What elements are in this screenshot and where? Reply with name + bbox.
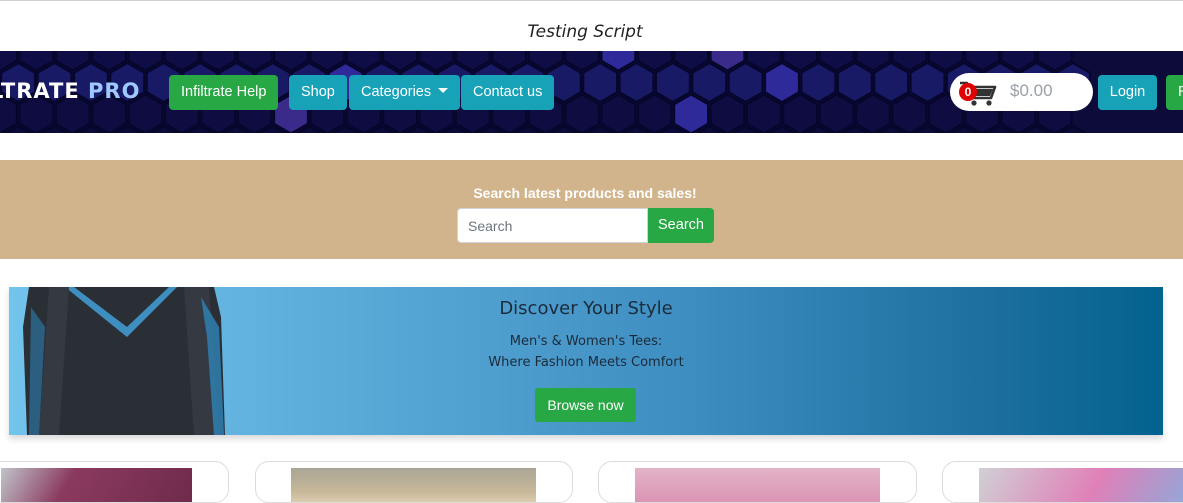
search-heading: Search latest products and sales! xyxy=(473,185,697,201)
hexagon-tile xyxy=(655,61,691,104)
contact-us-button[interactable]: Contact us xyxy=(461,75,555,110)
shop-button[interactable]: Shop xyxy=(289,75,347,110)
hexagon-tile xyxy=(636,93,673,133)
hero-subtitle-line1: Men's & Women's Tees: xyxy=(509,334,663,349)
logo-text: LTRATE xyxy=(0,79,80,103)
top-border xyxy=(0,0,1183,1)
caret-down-icon xyxy=(438,87,449,93)
hexagon-tile xyxy=(764,61,800,104)
categories-dropdown[interactable]: Categories xyxy=(349,75,461,110)
hexagon-tile xyxy=(855,93,891,133)
product-card[interactable] xyxy=(598,461,917,503)
hexagon-tile xyxy=(800,61,837,104)
hexagon-tile xyxy=(909,61,946,104)
cart-total: $0.00 xyxy=(1010,81,1053,100)
hero-banner: Discover Your Style Men's & Women's Tees… xyxy=(9,287,1163,435)
product-image xyxy=(979,468,1183,502)
hexagon-tile xyxy=(691,61,728,104)
register-button[interactable]: R xyxy=(1166,75,1183,110)
hexagon-tile xyxy=(891,93,928,133)
hexagon-tile xyxy=(782,93,819,133)
hexagon-tile xyxy=(745,93,782,133)
hexagon-tile xyxy=(582,61,618,104)
search-button[interactable]: Search xyxy=(648,208,714,243)
search-section: Search latest products and sales! Search xyxy=(0,160,1183,259)
hero-title: Discover Your Style xyxy=(499,298,673,319)
categories-label: Categories xyxy=(361,84,432,100)
product-image xyxy=(1,468,192,502)
site-logo[interactable]: LTRATE PRO xyxy=(0,79,140,103)
logo-accent: PRO xyxy=(88,79,141,103)
product-image xyxy=(291,468,536,502)
page-title: Testing Script xyxy=(527,22,643,42)
cart-widget[interactable]: 0 $0.00 xyxy=(950,73,1093,111)
hexagon-tile xyxy=(673,93,709,133)
product-card[interactable] xyxy=(942,461,1183,503)
product-image xyxy=(635,468,880,502)
search-input[interactable] xyxy=(457,208,648,243)
product-card[interactable] xyxy=(0,461,229,503)
hexagon-tile xyxy=(600,93,637,133)
hexagon-tile xyxy=(818,93,855,133)
browse-now-button[interactable]: Browse now xyxy=(535,388,636,422)
cart-count-badge: 0 xyxy=(959,83,977,101)
product-card[interactable] xyxy=(255,461,573,503)
login-button[interactable]: Login xyxy=(1098,75,1157,110)
hexagon-tile xyxy=(727,61,764,104)
hexagon-tile xyxy=(709,93,746,133)
infiltrate-help-button[interactable]: Infiltrate Help xyxy=(169,75,279,110)
hero-subtitle-line2: Where Fashion Meets Comfort xyxy=(488,355,684,370)
hexagon-tile xyxy=(873,61,909,104)
hexagon-tile xyxy=(836,61,873,104)
hexagon-tile xyxy=(618,61,655,104)
hexagon-tile xyxy=(564,93,600,133)
navbar: LTRATE PRO Infiltrate Help Shop Categori… xyxy=(0,51,1183,133)
